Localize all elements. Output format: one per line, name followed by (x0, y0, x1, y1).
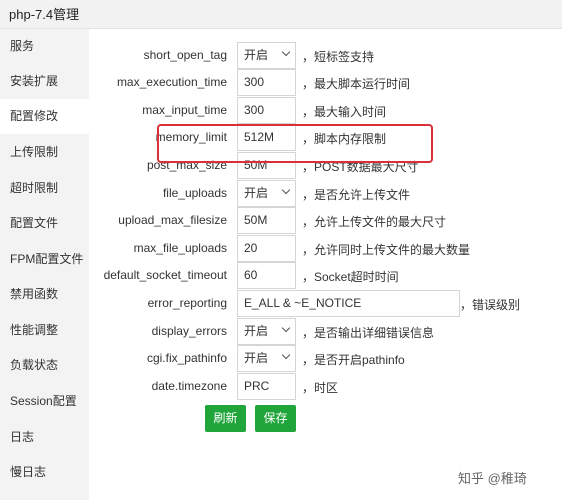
setting-row-error-reporting: error_reporting E_ALL & ~E_NOTICE ，错误级别 (92, 290, 562, 318)
sidebar-item-upload-limit[interactable]: 上传限制 (0, 135, 89, 170)
setting-description: ，短标签支持 (302, 50, 375, 64)
sidebar-item-load-status[interactable]: 负载状态 (0, 348, 89, 383)
setting-label: cgi.fix_pathinfo (146, 351, 227, 365)
setting-label: file_uploads (162, 186, 227, 200)
select-value: 开启 (244, 324, 269, 338)
setting-row-max-file-uploads: max_file_uploads 20 ，允许同时上传文件的最大数量 (92, 235, 562, 263)
setting-description: ，Socket超时时间 (302, 270, 399, 284)
setting-label: max_execution_time (116, 75, 227, 89)
chevron-down-icon (281, 185, 291, 195)
setting-label: post_max_size (146, 158, 227, 172)
setting-row-file-uploads: file_uploads 开启 ，是否允许上传文件 (92, 180, 562, 208)
date-timezone-input[interactable]: PRC (237, 373, 296, 400)
select-value: 开启 (244, 351, 269, 365)
setting-description: ，脚本内存限制 (302, 132, 387, 146)
upload-max-filesize-input[interactable]: 50M (237, 207, 296, 234)
post-max-size-input[interactable]: 50M (237, 152, 296, 179)
setting-description: ，最大脚本运行时间 (302, 77, 411, 91)
setting-description: ，是否允许上传文件 (302, 188, 411, 202)
setting-label: short_open_tag (143, 48, 227, 62)
sidebar-item-service[interactable]: 服务 (0, 29, 89, 64)
error-reporting-input[interactable]: E_ALL & ~E_NOTICE (237, 290, 460, 317)
short-open-tag-select[interactable]: 开启 (237, 42, 296, 69)
select-value: 开启 (244, 186, 269, 200)
sidebar-item-config-file[interactable]: 配置文件 (0, 206, 89, 241)
setting-label: error_reporting (147, 296, 227, 310)
max-file-uploads-input[interactable]: 20 (237, 235, 296, 262)
sidebar-item-fpm-config[interactable]: FPM配置文件 (0, 242, 89, 277)
sidebar-item-timeout-limit[interactable]: 超时限制 (0, 171, 89, 206)
setting-description: ，POST数据最大尺寸 (302, 160, 419, 174)
window-title: php-7.4管理 (9, 7, 80, 22)
watermark: 知乎 @稚琦 (458, 471, 527, 486)
chevron-down-icon (281, 47, 291, 57)
setting-row-max-execution-time: max_execution_time 300 ，最大脚本运行时间 (92, 69, 562, 97)
chevron-down-icon (281, 323, 291, 333)
setting-row-post-max-size: post_max_size 50M ，POST数据最大尺寸 (92, 152, 562, 180)
setting-description: ，允许上传文件的最大尺寸 (302, 215, 447, 229)
setting-row-date-timezone: date.timezone PRC ，时区 (92, 373, 562, 401)
setting-label: upload_max_filesize (118, 213, 227, 227)
sidebar-item-extensions[interactable]: 安装扩展 (0, 64, 89, 99)
max-input-time-input[interactable]: 300 (237, 97, 296, 124)
sidebar: 服务 安装扩展 配置修改 上传限制 超时限制 配置文件 FPM配置文件 禁用函数… (0, 29, 89, 500)
setting-description: ，是否开启pathinfo (302, 353, 405, 367)
setting-label: max_file_uploads (133, 241, 227, 255)
setting-row-upload-max-filesize: upload_max_filesize 50M ，允许上传文件的最大尺寸 (92, 207, 562, 235)
cgi-fix-pathinfo-select[interactable]: 开启 (237, 345, 296, 372)
setting-label: display_errors (151, 324, 227, 338)
sidebar-item-session[interactable]: Session配置 (0, 384, 89, 419)
setting-row-display-errors: display_errors 开启 ，是否输出详细错误信息 (92, 318, 562, 346)
setting-description: ，错误级别 (460, 298, 521, 312)
save-button[interactable]: 保存 (255, 405, 296, 432)
refresh-button[interactable]: 刷新 (205, 405, 246, 432)
sidebar-item-disabled-functions[interactable]: 禁用函数 (0, 277, 89, 312)
setting-row-cgi-fix-pathinfo: cgi.fix_pathinfo 开启 ，是否开启pathinfo (92, 345, 562, 373)
setting-description: ，允许同时上传文件的最大数量 (302, 243, 471, 257)
setting-label: default_socket_timeout (103, 268, 227, 282)
setting-row-short-open-tag: short_open_tag 开启 ，短标签支持 (92, 42, 562, 70)
max-execution-time-input[interactable]: 300 (237, 69, 296, 96)
sidebar-item-slow-log[interactable]: 慢日志 (0, 455, 89, 490)
display-errors-select[interactable]: 开启 (237, 318, 296, 345)
setting-description: ，最大输入时间 (302, 105, 387, 119)
sidebar-item-performance[interactable]: 性能调整 (0, 313, 89, 348)
select-value: 开启 (244, 48, 269, 62)
setting-label: memory_limit (155, 130, 227, 144)
setting-description: ，时区 (302, 381, 339, 395)
setting-label: max_input_time (142, 103, 227, 117)
memory-limit-input[interactable]: 512M (237, 124, 296, 151)
window-titlebar: php-7.4管理 (0, 0, 562, 29)
file-uploads-select[interactable]: 开启 (237, 180, 296, 207)
setting-row-memory-limit: memory_limit 512M ，脚本内存限制 (92, 124, 562, 152)
chevron-down-icon (281, 350, 291, 360)
setting-label: date.timezone (151, 379, 227, 393)
sidebar-item-log[interactable]: 日志 (0, 420, 89, 455)
sidebar-item-config-edit[interactable]: 配置修改 (0, 99, 89, 134)
setting-description: ，是否输出详细错误信息 (302, 326, 435, 340)
setting-row-default-socket-timeout: default_socket_timeout 60 ，Socket超时时间 (92, 262, 562, 290)
setting-row-max-input-time: max_input_time 300 ，最大输入时间 (92, 97, 562, 125)
default-socket-timeout-input[interactable]: 60 (237, 262, 296, 289)
